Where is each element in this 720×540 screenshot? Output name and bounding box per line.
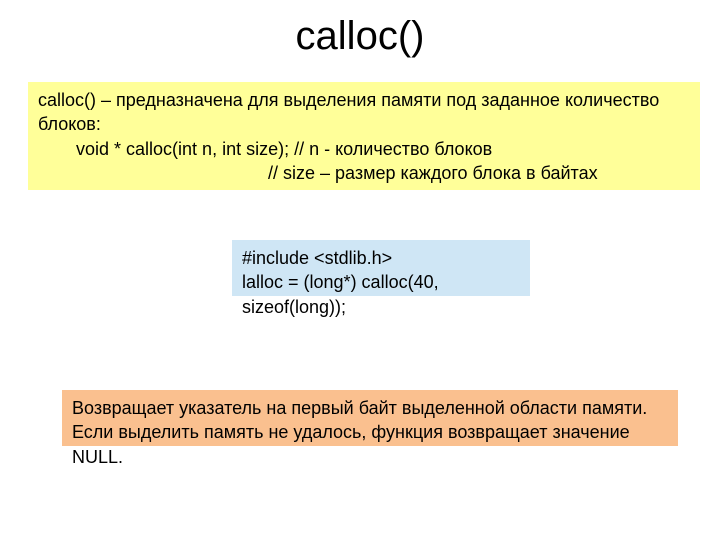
- return-line-2: Если выделить память не удалось, функция…: [72, 420, 668, 469]
- code-line-1: #include <stdlib.h>: [242, 246, 520, 270]
- return-value-box: Возвращает указатель на первый байт выде…: [62, 390, 678, 446]
- definition-line-3: // size – размер каждого блока в байтах: [38, 161, 690, 185]
- return-line-1: Возвращает указатель на первый байт выде…: [72, 396, 668, 420]
- definition-box: calloc() – предназначена для выделения п…: [28, 82, 700, 190]
- definition-line-1: calloc() – предназначена для выделения п…: [38, 88, 690, 137]
- code-line-2: lalloc = (long*) calloc(40, sizeof(long)…: [242, 270, 520, 319]
- code-example-box: #include <stdlib.h> lalloc = (long*) cal…: [232, 240, 530, 296]
- slide-title: calloc(): [0, 14, 720, 59]
- slide: calloc() calloc() – предназначена для вы…: [0, 0, 720, 540]
- definition-line-2: void * calloc(int n, int size); // n - к…: [38, 137, 690, 161]
